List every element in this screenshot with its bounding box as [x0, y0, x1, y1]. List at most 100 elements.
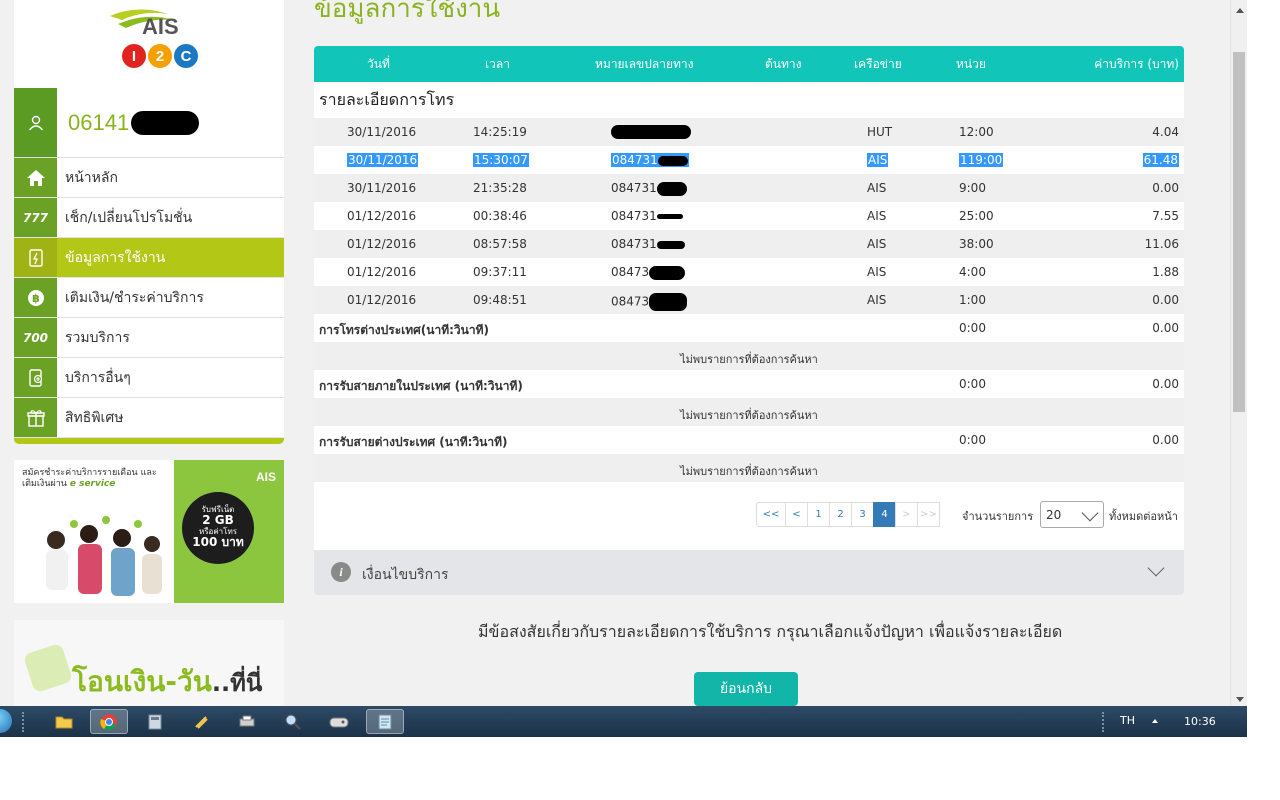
menu-label: หน้าหลัก	[65, 169, 118, 186]
ais-logo[interactable]: AIS I 2 C	[14, 0, 284, 88]
cell-date: 30/11/2016	[347, 181, 417, 195]
summary-cost: 0.00	[1152, 321, 1179, 335]
back-button[interactable]: ย้อนกลับ	[694, 672, 798, 706]
printer-icon[interactable]	[228, 709, 266, 734]
badge-amount: 2 GB	[202, 513, 234, 527]
summary-row-domestic-received: การรับสายภายในประเทศ (นาที:วินาที) 0:00 …	[314, 370, 1184, 398]
col-origin: ต้นทาง	[765, 56, 802, 71]
blank-margin	[1247, 0, 1280, 800]
chevron-down-icon	[1147, 559, 1165, 577]
menu-item-services[interactable]: 700 รวมบริการ	[14, 318, 284, 358]
page-button-2[interactable]: 2	[829, 502, 852, 527]
gamepad-icon[interactable]	[320, 709, 358, 734]
page-title: ข้อมูลการใช้งาน	[314, 0, 501, 24]
promo-icon: 777	[14, 198, 57, 237]
eservice-promo-banner[interactable]: สมัครชำระค่าบริการรายเดือน และเติมเงินผ่…	[14, 460, 284, 603]
scroll-up-arrow-icon[interactable]	[1236, 8, 1244, 13]
table-header: วันที่ เวลา หมายเลขปลายทาง ต้นทาง เครือข…	[314, 46, 1184, 82]
cell-time: 14:25:19	[473, 125, 527, 139]
cell-time: 09:48:51	[473, 293, 527, 307]
table-row[interactable]: 01/12/2016 00:38:46 084731 AIS 25:00 7.5…	[314, 202, 1184, 230]
page-button-1[interactable]: 1	[807, 502, 830, 527]
table-row-selected[interactable]: 30/11/2016 15:30:07 084731 AIS 119:00 61…	[314, 146, 1184, 174]
cell-cost: 61.48	[1142, 153, 1179, 167]
money-transfer-banner[interactable]: โอนเงิน-วัน..ที่นี่	[14, 620, 284, 706]
cell-time: 00:38:46	[473, 209, 527, 223]
scroll-down-arrow-icon[interactable]	[1236, 697, 1244, 702]
phone-plus-icon	[14, 358, 57, 397]
vertical-scrollbar[interactable]	[1230, 0, 1247, 706]
search-app-icon[interactable]	[274, 709, 312, 734]
cell-cost: 1.88	[1152, 265, 1179, 279]
page-button-4[interactable]: 4	[873, 502, 896, 527]
page-button-3[interactable]: 3	[851, 502, 874, 527]
menu-item-promotion[interactable]: 777 เช็ก/เปลี่ยนโปรโมชั่น	[14, 198, 284, 238]
menu-item-other-services[interactable]: บริการอื่นๆ	[14, 358, 284, 398]
redaction-mark	[657, 155, 688, 166]
menu-label: ข้อมูลการใช้งาน	[65, 249, 166, 266]
number-prefix: 08473	[611, 265, 650, 279]
table-row[interactable]: 30/11/2016 14:25:19 HUT 12:00 4.04	[314, 118, 1184, 146]
menu-item-privileges[interactable]: สิทธิพิเศษ	[14, 398, 284, 438]
cell-unit: 4:00	[959, 265, 986, 279]
page-prev-button[interactable]: <	[785, 502, 808, 527]
baht-coin-icon: ฿	[14, 278, 57, 317]
start-button-icon[interactable]	[0, 709, 12, 733]
menu-label: รวมบริการ	[65, 329, 130, 346]
number-prefix: 084731	[612, 153, 658, 167]
redaction-mark	[611, 124, 691, 139]
redaction-mark	[649, 293, 688, 311]
banner2-green: โอนเงิน-วัน	[72, 665, 212, 698]
folder-icon[interactable]	[45, 709, 83, 734]
per-page-select[interactable]: 20	[1040, 501, 1104, 528]
usage-table: วันที่ เวลา หมายเลขปลายทาง ต้นทาง เครือข…	[314, 46, 1184, 550]
menu-item-usage[interactable]: ข้อมูลการใช้งาน	[14, 238, 284, 278]
summary-unit: 0:00	[959, 377, 986, 391]
cell-unit: 119:00	[959, 153, 1004, 167]
chevron-down-icon	[1081, 504, 1099, 522]
page-last-button[interactable]: >>	[917, 502, 940, 527]
menu-label: บริการอื่นๆ	[65, 369, 131, 386]
menu-item-home[interactable]: หน้าหลัก	[14, 158, 284, 198]
col-unit: หน่วย	[956, 56, 986, 71]
cell-date: 01/12/2016	[347, 237, 417, 251]
table-row[interactable]: 01/12/2016 08:57:58 084731 AIS 38:00 11.…	[314, 230, 1184, 258]
notepad-icon[interactable]	[366, 709, 404, 734]
table-row[interactable]: 30/11/2016 21:35:28 084731 AIS 9:00 0.00	[314, 174, 1184, 202]
summary-cost: 0.00	[1152, 433, 1179, 447]
windows-taskbar: TH 10:36	[0, 706, 1247, 737]
calculator-icon[interactable]	[136, 709, 174, 734]
tray-expand-icon[interactable]	[1152, 719, 1158, 723]
banner2-text: โอนเงิน-วัน..ที่นี่	[72, 660, 262, 704]
page-first-button[interactable]: <<	[756, 502, 786, 527]
col-cost: ค่าบริการ (บาท)	[1094, 56, 1179, 71]
scrollbar-thumb[interactable]	[1233, 52, 1245, 412]
logo-text: AIS	[142, 14, 179, 39]
table-row[interactable]: 01/12/2016 09:37:11 08473 AIS 4:00 1.88	[314, 258, 1184, 286]
cell-network: AIS	[867, 181, 887, 195]
sidebar: AIS I 2 C 06141 หน้าหลัก 777 เช็ก/เปลี่ย…	[14, 0, 284, 444]
cell-network: AIS	[867, 153, 889, 167]
per-page-value: 20	[1046, 508, 1062, 522]
language-indicator[interactable]: TH	[1120, 714, 1135, 727]
cell-unit: 1:00	[959, 293, 986, 307]
section-title: รายละเอียดการโทร	[314, 82, 1184, 118]
banner2-dark: ..ที่นี่	[211, 669, 263, 697]
summary-unit: 0:00	[959, 321, 986, 335]
cell-time: 21:35:28	[473, 181, 527, 195]
terms-accordion[interactable]: i เงื่อนไขบริการ	[314, 550, 1184, 595]
page-next-button[interactable]: >	[895, 502, 918, 527]
usage-icon	[14, 238, 57, 277]
menu-item-topup[interactable]: ฿ เติมเงิน/ชำระค่าบริการ	[14, 278, 284, 318]
menu-label: สิทธิพิเศษ	[65, 409, 124, 426]
app-icon[interactable]	[182, 709, 220, 734]
redaction-mark	[656, 214, 683, 219]
cell-network: AIS	[867, 237, 887, 251]
table-row[interactable]: 01/12/2016 09:48:51 08473 AIS 1:00 0.00	[314, 286, 1184, 314]
chrome-icon[interactable]	[90, 709, 128, 734]
cell-network: AIS	[867, 293, 887, 307]
clock[interactable]: 10:36	[1184, 715, 1216, 728]
accordion-label: เงื่อนไขบริการ	[362, 567, 449, 583]
cell-unit: 25:00	[959, 209, 994, 223]
browser-viewport: AIS I 2 C 06141 หน้าหลัก 777 เช็ก/เปลี่ย…	[0, 0, 1247, 706]
